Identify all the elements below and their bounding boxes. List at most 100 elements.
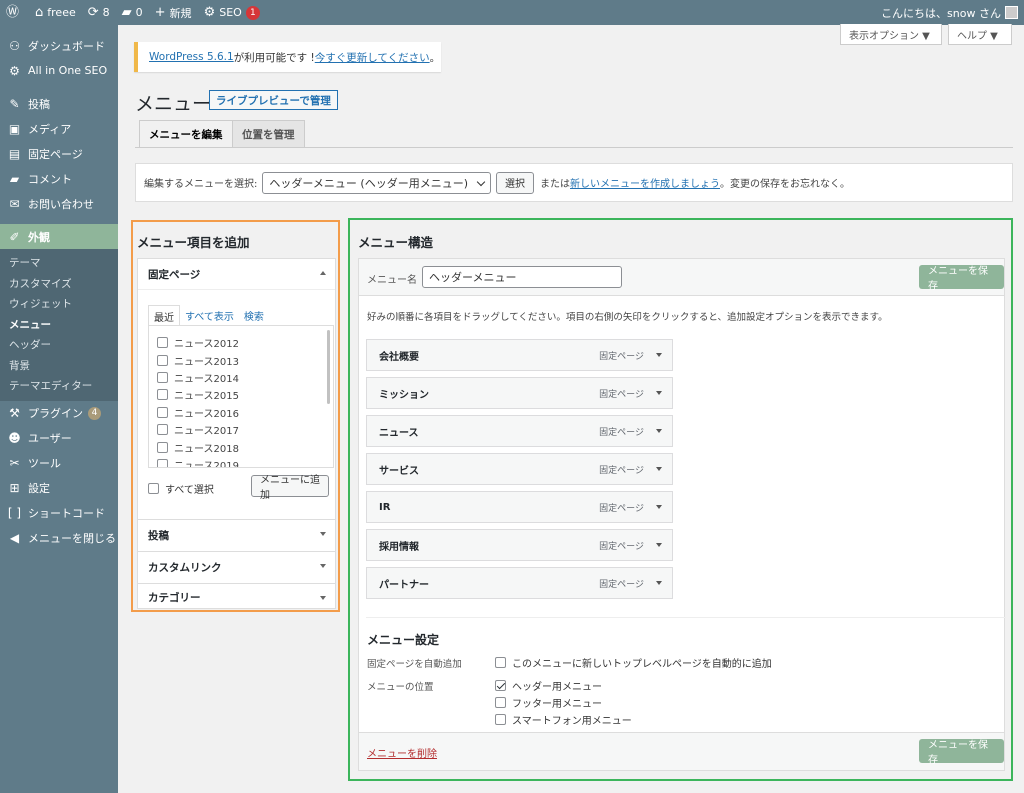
location-footer-option[interactable]: フッター用メニュー [495, 695, 602, 710]
menu-item-partner[interactable]: パートナー 固定ページ [366, 567, 673, 599]
menu-name-input[interactable]: ヘッダーメニュー [422, 266, 622, 288]
item-toggle-icon[interactable] [656, 429, 662, 433]
add-to-menu-button[interactable]: メニューに追加 [251, 475, 329, 501]
checkbox[interactable] [157, 424, 168, 436]
wordpress-icon: Ⓦ [6, 5, 20, 20]
sidebar-item-comments[interactable]: ▰ コメント [0, 166, 118, 191]
posts-accordion[interactable]: 投稿 [137, 519, 336, 552]
screen-options-button[interactable]: 表示オプション ▼ [840, 24, 942, 45]
update-now-link[interactable]: 今すぐ更新してください [315, 50, 430, 65]
custom-links-accordion-header[interactable]: カスタムリンク [138, 552, 335, 583]
updates-link[interactable]: ⟳ 8 [82, 0, 116, 25]
sidebar-collapse-button[interactable]: ◀ メニューを閉じる [0, 526, 118, 551]
sidebar-item-posts[interactable]: ✎ 投稿 [0, 91, 118, 116]
site-name-link[interactable]: ⌂ freee [29, 0, 82, 25]
checkbox[interactable] [157, 458, 168, 467]
sidebar-item-dashboard[interactable]: ⚇ ダッシュボード [0, 33, 118, 58]
header-location-checkbox[interactable] [495, 680, 506, 691]
menu-item-about[interactable]: 会社概要 固定ページ [366, 339, 673, 371]
item-toggle-icon[interactable] [656, 467, 662, 471]
auto-add-checkbox[interactable] [495, 657, 506, 668]
menu-item-recruit[interactable]: 採用情報 固定ページ [366, 529, 673, 561]
menu-item-service[interactable]: サービス 固定ページ [366, 453, 673, 485]
select-all[interactable]: すべて選択 [148, 481, 214, 496]
list-item[interactable]: ニュース2018 [149, 438, 333, 455]
scrollbar[interactable] [327, 330, 330, 404]
pages-accordion-header[interactable]: 固定ページ [138, 259, 335, 290]
help-button[interactable]: ヘルプ ▼ [948, 24, 1012, 45]
auto-add-option[interactable]: このメニューに新しいトップレベルページを自動的に追加 [495, 655, 772, 670]
list-item[interactable]: ニュース2012 [149, 334, 333, 351]
categories-accordion[interactable]: カテゴリー [137, 583, 336, 609]
delete-menu-link[interactable]: メニューを削除 [367, 745, 437, 760]
categories-accordion-header[interactable]: カテゴリー [138, 584, 335, 610]
menu-item-type: 固定ページ [599, 579, 644, 590]
list-item[interactable]: ニュース2017 [149, 421, 333, 438]
item-toggle-icon[interactable] [656, 353, 662, 357]
submenu-themes[interactable]: テーマ [0, 253, 118, 274]
checkbox[interactable] [157, 406, 168, 418]
sidebar-item-media[interactable]: ▣ メディア [0, 116, 118, 141]
sidebar-item-appearance[interactable]: ✐ 外観 [0, 224, 118, 249]
menu-item-mission[interactable]: ミッション 固定ページ [366, 377, 673, 409]
sidebar-item-aioseo[interactable]: ⚙ All in One SEO [0, 58, 118, 83]
smartphone-location-checkbox[interactable] [495, 714, 506, 725]
checkbox[interactable] [157, 389, 168, 401]
live-preview-button[interactable]: ライブプレビューで管理 [209, 90, 338, 110]
footer-location-checkbox[interactable] [495, 697, 506, 708]
item-toggle-icon[interactable] [656, 505, 662, 509]
save-menu-button-bottom[interactable]: メニューを保存 [919, 739, 1004, 766]
menu-select[interactable]: ヘッダーメニュー (ヘッダー用メニュー) [262, 171, 492, 194]
menu-item-type: 固定ページ [599, 351, 644, 362]
sidebar-item-contact[interactable]: ✉ お問い合わせ [0, 191, 118, 216]
location-header-option[interactable]: ヘッダー用メニュー [495, 678, 602, 693]
menu-item-type: 固定ページ [599, 541, 644, 552]
save-menu-button[interactable]: メニューを保存 [919, 265, 1004, 292]
select-all-checkbox[interactable] [148, 483, 159, 494]
checkbox[interactable] [157, 371, 168, 383]
list-item[interactable]: ニュース2016 [149, 404, 333, 421]
user-icon: ☻ [8, 431, 21, 445]
tab-edit-menus[interactable]: メニューを編集 [139, 120, 233, 148]
new-content-link[interactable]: + 新規 [149, 0, 198, 25]
sidebar-item-plugins[interactable]: ⚒ プラグイン 4 [0, 401, 118, 426]
checkbox[interactable] [157, 354, 168, 366]
seo-link[interactable]: ⚙ SEO 1 [198, 0, 266, 25]
custom-links-accordion[interactable]: カスタムリンク [137, 551, 336, 584]
checkbox[interactable] [157, 441, 168, 453]
posts-accordion-header[interactable]: 投稿 [138, 520, 335, 551]
item-toggle-icon[interactable] [656, 391, 662, 395]
comments-link[interactable]: ▰ 0 [116, 0, 149, 25]
list-item[interactable]: ニュース2019 [149, 456, 333, 467]
submenu-menus[interactable]: メニュー [0, 315, 118, 336]
submenu-background[interactable]: 背景 [0, 356, 118, 377]
item-toggle-icon[interactable] [656, 543, 662, 547]
my-account[interactable]: こんにちは、snow さん [881, 5, 1024, 21]
sidebar-item-users[interactable]: ☻ ユーザー [0, 426, 118, 451]
updates-count: 8 [102, 6, 110, 19]
select-button[interactable]: 選択 [496, 171, 535, 194]
wordpress-logo-button[interactable]: Ⓦ [0, 0, 29, 25]
submenu-header[interactable]: ヘッダー [0, 335, 118, 356]
item-toggle-icon[interactable] [656, 581, 662, 585]
tab-manage-locations[interactable]: 位置を管理 [232, 120, 305, 147]
list-item[interactable]: ニュース2015 [149, 386, 333, 403]
create-menu-link[interactable]: 新しいメニューを作成しましょう [570, 175, 720, 190]
menu-item-title: 会社概要 [379, 351, 419, 363]
menu-item-ir[interactable]: IR 固定ページ [366, 491, 673, 523]
sidebar-item-shortcode[interactable]: [ ] ショートコード [0, 501, 118, 526]
submenu-widgets[interactable]: ウィジェット [0, 294, 118, 315]
wp-version-link[interactable]: WordPress 5.6.1 [149, 51, 234, 63]
sidebar-item-settings[interactable]: ⊞ 設定 [0, 476, 118, 501]
list-item[interactable]: ニュース2014 [149, 369, 333, 386]
menu-item-news[interactable]: ニュース 固定ページ [366, 415, 673, 447]
list-item[interactable]: ニュース2013 [149, 351, 333, 368]
sidebar-item-pages[interactable]: ▤ 固定ページ [0, 141, 118, 166]
checkbox[interactable] [157, 337, 168, 349]
location-smartphone-option[interactable]: スマートフォン用メニュー [495, 712, 632, 727]
submenu-theme-editor[interactable]: テーマエディター [0, 376, 118, 397]
pages-checklist[interactable]: ニュース2012 ニュース2013 ニュース2014 ニュース2015 ニュース… [148, 325, 334, 468]
media-icon: ▣ [8, 121, 21, 136]
submenu-customize[interactable]: カスタマイズ [0, 274, 118, 295]
sidebar-item-tools[interactable]: ✂ ツール [0, 451, 118, 476]
